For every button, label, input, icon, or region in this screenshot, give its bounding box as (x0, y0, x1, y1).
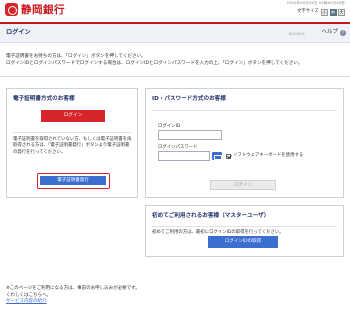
font-size-selector: 文字サイズ 小 中 大 (297, 9, 345, 16)
get-login-id-button[interactable]: ログインIDの取得 (208, 236, 278, 248)
first-time-divider (152, 226, 337, 227)
screen-id: BLGI001 (288, 31, 305, 36)
id-login-button[interactable]: ログイン (210, 180, 276, 190)
font-size-medium-button[interactable]: 中 (329, 9, 337, 16)
cert-issue-highlight: 電子証明書発行 (37, 173, 110, 189)
footer-note: ※このページをご利用になる方は、事前のお申し込みが必要です。 くわしくはこちらへ… (6, 286, 140, 306)
font-size-large-button[interactable]: 大 (338, 9, 345, 16)
cert-login-panel: 電子証明書方式のお客様 ログイン 電子証明書を取得されていない方、もしくは電子証… (6, 88, 138, 198)
login-id-input[interactable] (158, 130, 222, 140)
bank-name: 静岡銀行 (21, 4, 65, 16)
font-size-small-button[interactable]: 小 (321, 9, 328, 16)
intro-line-2: ログインIDとログインパスワードでログインする場合は、ログインIDとログインパス… (6, 60, 303, 66)
cert-login-button[interactable]: ログイン (41, 110, 105, 122)
bank-logo-icon (5, 3, 18, 16)
first-time-panel: 初めてご利用されるお客様（マスターユーザ） 初めてご利用の方は、最初にログインI… (145, 205, 344, 257)
cert-issue-button[interactable]: 電子証明書発行 (40, 176, 106, 185)
intro-line-1: 電子証明書をお持ちの方は、「ログイン」ボタンを押してください。 (6, 54, 146, 59)
header: 静岡銀行 2XXX年XX月XX日 XX時XX分XX秒 文字サイズ 小 中 大 (0, 0, 350, 22)
help-icon[interactable]: ? (340, 29, 346, 36)
id-panel-divider (152, 110, 337, 111)
help-link[interactable]: ヘルプ (321, 29, 338, 37)
font-size-label: 文字サイズ (297, 9, 319, 15)
software-keyboard-checkbox[interactable] (226, 153, 231, 159)
title-bar: ログイン BLGI001 ヘルプ ? (0, 24, 350, 43)
footer-line-1: ※このページをご利用になる方は、事前のお申し込みが必要です。 (6, 286, 140, 291)
service-info-link[interactable]: サービス内容の紹介 (6, 299, 47, 304)
password-input[interactable] (158, 151, 210, 161)
datetime: 2XXX年XX月XX日 XX時XX分XX秒 (286, 1, 345, 5)
intro-text: 電子証明書をお持ちの方は、「ログイン」ボタンを押してください。 ログインIDとロ… (6, 54, 326, 67)
id-password-panel: ID・パスワード方式のお客様 ログインID ログインパスワード ソフトウェアキー… (145, 88, 344, 198)
section-divider (0, 76, 350, 77)
page-title: ログイン (6, 29, 31, 36)
cert-panel-title: 電子証明書方式のお客様 (13, 96, 75, 102)
first-time-panel-title: 初めてご利用されるお客様（マスターユーザ） (152, 213, 270, 219)
software-keyboard-label: ソフトウェアキーボードを使用する (233, 153, 304, 158)
cert-note: 電子証明書を取得されていない方、もしくは電子証明書を再取得される方は、「電子証明… (13, 137, 132, 155)
software-keyboard-icon[interactable] (212, 152, 222, 160)
cert-panel-divider (13, 132, 131, 133)
id-panel-title: ID・パスワード方式のお客様 (152, 96, 226, 102)
